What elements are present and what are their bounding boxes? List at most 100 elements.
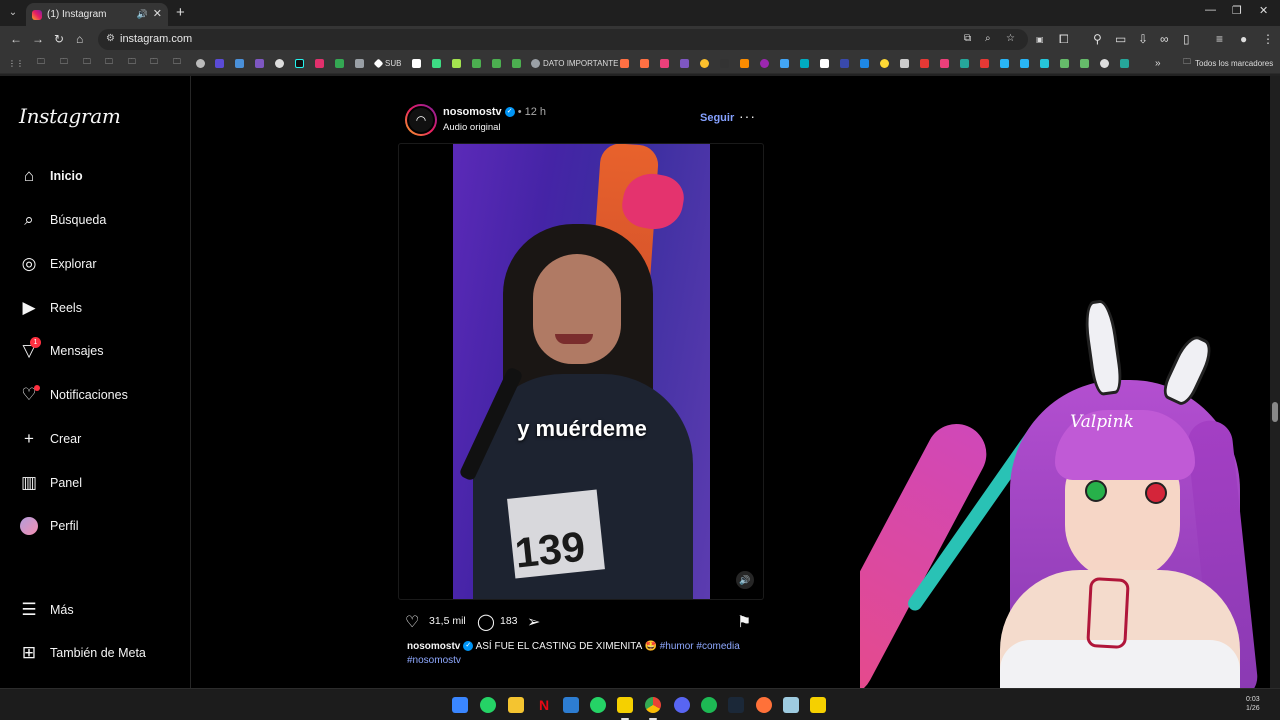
tiktok-icon[interactable] xyxy=(295,57,307,69)
like-count[interactable]: 31,5 mil xyxy=(429,615,466,627)
bookmark-favicon-icon[interactable] xyxy=(920,57,932,69)
bookmark-favicon-icon[interactable] xyxy=(412,57,424,69)
sidebar-item-perfil[interactable]: Perfil xyxy=(18,508,188,544)
download-icon[interactable]: ⇩ xyxy=(1138,32,1148,46)
bookmark-favicon-icon[interactable] xyxy=(472,57,484,69)
bookmark-favicon-icon[interactable] xyxy=(196,57,208,69)
bookmark-favicon-icon[interactable] xyxy=(640,57,652,69)
bookmark-favicon-icon[interactable] xyxy=(760,57,772,69)
reload-button[interactable]: ↻ xyxy=(54,32,64,46)
sidebar-item-mas[interactable]: ☰ Más xyxy=(18,592,188,628)
save-icon[interactable]: ⚑ xyxy=(737,612,751,632)
bookmark-favicon-icon[interactable] xyxy=(512,57,524,69)
bookmark-favicon-icon[interactable] xyxy=(940,57,952,69)
bookmark-favicon-icon[interactable] xyxy=(432,57,444,69)
sidebar-item-panel[interactable]: ▥ Panel xyxy=(18,465,188,501)
page-scrollbar[interactable] xyxy=(1270,76,1280,688)
sidebar-item-notificaciones[interactable]: ♡ Notificaciones xyxy=(18,377,188,413)
caption-username[interactable]: nosomostv xyxy=(407,641,460,652)
bookmark-favicon-icon[interactable] xyxy=(620,57,632,69)
steam-icon[interactable] xyxy=(728,697,744,713)
whatsapp-icon[interactable] xyxy=(590,697,606,713)
sidebar-item-mensajes[interactable]: ▽ 1 Mensajes xyxy=(18,333,188,369)
bookmark-sub[interactable]: SUB xyxy=(373,57,401,69)
folder-icon[interactable]: 🗀 xyxy=(150,57,158,69)
share-icon[interactable]: ➢ xyxy=(527,612,540,632)
sidebar-item-explorar[interactable]: ◎ Explorar xyxy=(18,246,188,282)
like-icon[interactable]: ♡ xyxy=(405,612,419,632)
extension-icon[interactable]: ▭ xyxy=(1115,32,1126,46)
reel-video[interactable]: 139 xyxy=(453,144,710,599)
all-bookmarks-folder[interactable]: 🗀 Todos los marcadores xyxy=(1183,57,1273,69)
bookmark-favicon-icon[interactable] xyxy=(492,57,504,69)
bookmark-favicon-icon[interactable] xyxy=(720,57,732,69)
bookmark-favicon-icon[interactable] xyxy=(235,57,247,69)
comment-icon[interactable]: ◯ xyxy=(477,612,495,632)
apps-icon[interactable]: ⋮⋮ xyxy=(8,57,24,69)
folder-icon[interactable]: 🗀 xyxy=(105,57,113,69)
site-info-icon[interactable]: ⚙ xyxy=(106,33,115,44)
post-media[interactable]: 139 y muérdeme 🔊 xyxy=(398,143,764,600)
bookmark-favicon-icon[interactable] xyxy=(980,57,992,69)
chrome-icon[interactable] xyxy=(645,697,661,713)
bookmark-favicon-icon[interactable] xyxy=(275,57,287,69)
sidebar-item-reels[interactable]: ▶ Reels xyxy=(18,290,188,326)
bookmark-favicon-icon[interactable] xyxy=(1120,57,1132,69)
follow-button[interactable]: Seguir xyxy=(700,112,734,124)
bookmarks-overflow-icon[interactable]: » xyxy=(1155,57,1161,69)
firefox-icon[interactable] xyxy=(756,697,772,713)
extension-icon[interactable]: ⚲ xyxy=(1093,32,1102,46)
bookmark-dato-importante[interactable]: DATO IMPORTANTE xyxy=(531,57,618,69)
audio-toggle-icon[interactable]: 🔊 xyxy=(736,571,754,589)
folder-icon[interactable]: 🗀 xyxy=(83,57,91,69)
folder-icon[interactable]: 🗀 xyxy=(60,57,68,69)
bookmark-favicon-icon[interactable] xyxy=(660,57,672,69)
link-icon[interactable]: ∞ xyxy=(1160,32,1169,46)
new-tab-button[interactable]: + xyxy=(176,4,185,21)
bookmark-favicon-icon[interactable] xyxy=(1020,57,1032,69)
spotify-icon[interactable] xyxy=(701,697,717,713)
drive-icon[interactable] xyxy=(335,57,347,69)
instagram-icon[interactable] xyxy=(315,57,327,69)
store-icon[interactable] xyxy=(563,697,579,713)
whatsapp-icon[interactable] xyxy=(480,697,496,713)
instagram-logo[interactable]: Instagram xyxy=(19,104,121,128)
bookmark-favicon-icon[interactable] xyxy=(1080,57,1092,69)
tab-search-icon[interactable]: ⌄ xyxy=(5,5,21,21)
bookmark-favicon-icon[interactable] xyxy=(820,57,832,69)
sticky-notes-icon[interactable] xyxy=(617,697,633,713)
bookmark-star-icon[interactable]: ☆ xyxy=(1006,33,1015,44)
sidebar-item-meta[interactable]: ⊞ También de Meta xyxy=(18,635,188,671)
extension-badge-icon[interactable]: ▣ xyxy=(1036,35,1044,44)
bookmark-favicon-icon[interactable] xyxy=(255,57,267,69)
restore-button[interactable]: ❐ xyxy=(1232,4,1242,17)
bookmark-favicon-icon[interactable] xyxy=(680,57,692,69)
taskbar-clock[interactable]: 0:03 1/26 xyxy=(1246,695,1260,713)
profile-icon[interactable]: ● xyxy=(1240,32,1247,46)
folder-icon[interactable]: 🗀 xyxy=(173,57,181,69)
bookmark-favicon-icon[interactable] xyxy=(355,57,367,69)
hashtag-link[interactable]: #humor xyxy=(660,641,694,652)
file-explorer-icon[interactable] xyxy=(508,697,524,713)
post-audio[interactable]: Audio original xyxy=(443,122,501,133)
app-icon[interactable] xyxy=(810,697,826,713)
bookmark-favicon-icon[interactable] xyxy=(215,57,227,69)
bookmark-favicon-icon[interactable] xyxy=(800,57,812,69)
bookmark-favicon-icon[interactable] xyxy=(1060,57,1072,69)
window-close-button[interactable]: ✕ xyxy=(1259,4,1268,17)
scrollbar-thumb[interactable] xyxy=(1272,402,1278,422)
bookmark-favicon-icon[interactable] xyxy=(860,57,872,69)
bookmark-favicon-icon[interactable] xyxy=(1000,57,1012,69)
vtube-studio-icon[interactable] xyxy=(783,697,799,713)
menu-icon[interactable]: ⋮ xyxy=(1262,32,1274,46)
sidebar-item-busqueda[interactable]: ⌕ Búsqueda xyxy=(18,202,188,238)
discord-icon[interactable] xyxy=(674,697,690,713)
folder-icon[interactable]: 🗀 xyxy=(128,57,136,69)
post-time[interactable]: • 12 h xyxy=(518,106,546,118)
post-username[interactable]: nosomostv xyxy=(443,106,502,118)
omnibox[interactable]: ⚙ instagram.com ⧉ ⌕ ☆ xyxy=(98,29,1028,50)
bookmark-favicon-icon[interactable] xyxy=(960,57,972,69)
sidebar-item-crear[interactable]: + Crear xyxy=(18,421,188,457)
netflix-icon[interactable]: N xyxy=(536,697,552,713)
folder-icon[interactable]: 🗀 xyxy=(37,57,45,69)
